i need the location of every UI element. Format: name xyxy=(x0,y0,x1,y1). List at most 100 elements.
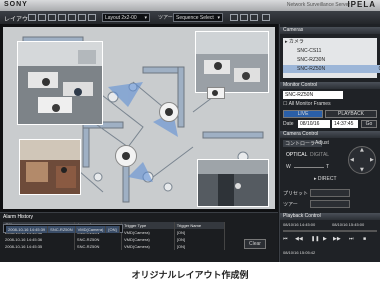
figure-caption: オリジナルレイアウト作成例 xyxy=(131,271,249,281)
playback-control-label: Playback Control xyxy=(283,213,321,219)
table-row[interactable]: 2008-10-16 14:45:36 SNC-RZ50N VMD(Camera… xyxy=(3,236,226,243)
monitor-control-label: Monitor Control xyxy=(283,82,318,88)
go-button[interactable]: Go xyxy=(361,120,377,128)
layout-select[interactable]: Layout 2x2-00 ▾ xyxy=(102,13,150,22)
sequence-label: ツアー xyxy=(158,15,173,21)
rewind-icon[interactable]: ◀◀ xyxy=(295,236,303,242)
tree-group[interactable]: ▸ カメラ xyxy=(283,38,379,46)
table-row[interactable]: 2008-10-16 14:45:39 SNC-RZ50N VMD(Camera… xyxy=(3,224,123,233)
cell-trigger-type: VMD(Camera) xyxy=(75,226,107,233)
cell-trigger-name: [ON] xyxy=(174,243,226,250)
forward-icon[interactable]: ▶▶ xyxy=(333,236,341,242)
direct-button[interactable]: ▸ DIRECT xyxy=(314,176,337,182)
prev-icon[interactable] xyxy=(240,14,248,21)
playback-control-header[interactable]: Playback Control xyxy=(280,213,380,220)
grid-4-icon[interactable] xyxy=(38,14,46,21)
date-label: Date xyxy=(283,121,294,127)
cell-camera: SNC-RZ50N xyxy=(74,236,122,243)
stop-icon[interactable]: ■ xyxy=(363,236,366,242)
grid-custom-icon[interactable] xyxy=(68,14,76,21)
playback-end: 08/10/16 15:45:00 xyxy=(332,222,365,227)
cell-camera: SNC-RZ50N xyxy=(74,243,122,250)
cameras-header[interactable]: Cameras xyxy=(280,27,380,34)
alarm-history-panel: Alarm History 日時 カメラ名 Trigger Type Trigg… xyxy=(0,212,278,262)
map-icon[interactable] xyxy=(88,14,96,21)
next-icon[interactable] xyxy=(250,14,258,21)
fullscreen-icon[interactable] xyxy=(78,14,86,21)
clear-button[interactable]: Clear xyxy=(244,239,266,249)
control-panel: Cameras ▸ カメラ SNC-CS11004 SNC-RZ30N001 S… xyxy=(279,24,380,262)
cell-trigger-name: [ON] xyxy=(105,226,120,233)
camera-icon[interactable] xyxy=(159,102,179,122)
settings-icon[interactable] xyxy=(262,14,270,21)
optical-zoom-button[interactable]: OPTICAL xyxy=(286,152,307,158)
sequence-select[interactable]: Sequence Select ▾ xyxy=(173,13,223,22)
camera-tree: ▸ カメラ SNC-CS11004 SNC-RZ30N001 SNC-RZ50N… xyxy=(283,38,380,78)
column-header[interactable]: Trigger Type xyxy=(121,222,175,229)
camera-select[interactable]: SNC-RZ50N xyxy=(283,91,343,99)
cell-camera: SNC-RZ50N xyxy=(47,226,76,233)
skip-back-icon[interactable]: ⏮ xyxy=(283,236,288,242)
ptz-joystick[interactable]: ▲ ▼ ◀ ▶ xyxy=(348,146,376,174)
column-header[interactable]: Trigger Name xyxy=(174,222,226,229)
arrow-right-icon[interactable]: ▶ xyxy=(370,157,374,163)
arrow-left-icon[interactable]: ◀ xyxy=(350,157,354,163)
all-frames-checkbox[interactable]: ☐ All Monitor Frames xyxy=(283,101,331,107)
cell-trigger-type: VMD(Camera) xyxy=(121,236,175,243)
camera-view-corridor[interactable] xyxy=(197,159,269,207)
grid-16-icon[interactable] xyxy=(58,14,66,21)
camera-view-corner[interactable] xyxy=(195,31,269,93)
list-item[interactable]: SNC-RZ30N001 xyxy=(283,56,380,64)
monitor-control-header[interactable]: Monitor Control xyxy=(280,82,380,89)
preset-select[interactable] xyxy=(310,189,350,197)
playback-buttons: ⏮ ◀◀ ❚❚ ▶ ▶▶ ⏭ ■ xyxy=(283,236,377,244)
playback-timeline[interactable] xyxy=(283,230,377,232)
monitor-viewer xyxy=(0,24,278,212)
arrow-up-icon[interactable]: ▲ xyxy=(360,147,364,153)
pause-icon[interactable]: ❚❚ xyxy=(311,236,319,242)
playback-current: 08/10/16 15:05:42 xyxy=(283,250,316,255)
cell-trigger-type: VMD(Camera) xyxy=(121,243,175,250)
grid-1-icon[interactable] xyxy=(28,14,36,21)
list-item[interactable]: SNC-RZ50N002 xyxy=(283,65,380,73)
cell-trigger-name: [ON] xyxy=(174,229,226,236)
camera-name: SNC-RZ30N xyxy=(297,57,326,63)
live-button[interactable]: LIVE xyxy=(283,110,323,118)
camera-control-label: Camera Control xyxy=(283,131,319,137)
play-sequence-icon[interactable] xyxy=(230,14,238,21)
time-input[interactable]: 14:37:45 xyxy=(332,120,358,128)
product-name: Network Surveillance Server xyxy=(286,2,350,8)
main-toolbar: レイアウト Layout 2x2-00 ▾ ツアー Sequence Select… xyxy=(0,11,380,24)
cell-datetime: 2008-10-16 14:45:35 xyxy=(3,243,75,250)
camera-icon[interactable] xyxy=(115,145,137,167)
alarm-history-title: Alarm History xyxy=(3,214,34,220)
direct-label: DIRECT xyxy=(317,176,337,182)
cell-trigger-name: [ON] xyxy=(174,236,226,243)
zoom-wide-button[interactable]: W xyxy=(286,164,291,170)
playback-button[interactable]: PLAYBACK xyxy=(325,110,377,118)
date-input[interactable]: 08/10/16 xyxy=(298,120,330,128)
list-item[interactable]: SNC-CS11004 xyxy=(283,47,380,55)
camera-view-lobby[interactable] xyxy=(19,139,81,195)
title-bar: SONY Network Surveillance Server IPELA xyxy=(0,0,380,11)
zoom-tele-button[interactable]: T xyxy=(326,164,329,170)
digital-zoom-button[interactable]: DIGITAL xyxy=(310,152,329,158)
tree-group-label: カメラ xyxy=(288,39,304,45)
playback-start: 08/10/16 14:45:00 xyxy=(283,222,316,227)
skip-forward-icon[interactable]: ⏭ xyxy=(349,236,354,242)
play-icon[interactable]: ▶ xyxy=(323,236,327,242)
tab-adjust[interactable]: Adjust xyxy=(315,140,329,146)
camera-name: SNC-RZ50N xyxy=(297,66,326,72)
brand-logo: IPELA xyxy=(347,0,376,9)
grid-9-icon[interactable] xyxy=(48,14,56,21)
camera-view-office[interactable] xyxy=(17,41,103,125)
tour-select[interactable] xyxy=(310,200,350,208)
camera-icon[interactable] xyxy=(207,87,225,99)
floor-map[interactable] xyxy=(3,27,275,209)
arrow-down-icon[interactable]: ▼ xyxy=(360,167,364,173)
table-row[interactable]: 2008-10-16 14:45:35 SNC-RZ50N VMD(Camera… xyxy=(3,243,226,250)
camera-control-header[interactable]: Camera Control xyxy=(280,131,380,138)
vendor-logo: SONY xyxy=(4,1,28,8)
zoom-slider[interactable] xyxy=(294,167,324,168)
cell-trigger-type: VMD(Camera) xyxy=(121,229,175,236)
